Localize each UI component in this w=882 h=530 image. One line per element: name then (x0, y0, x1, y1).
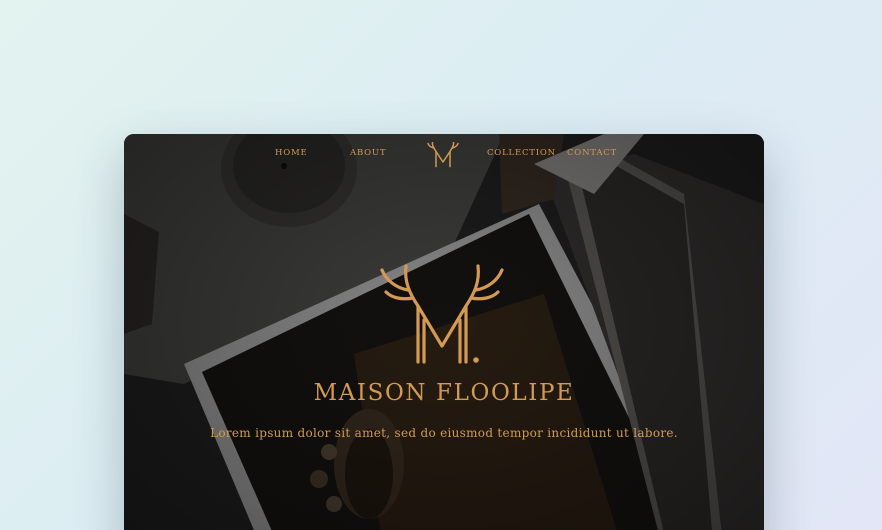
antler-m-monogram-icon[interactable] (426, 142, 460, 168)
hero-tagline: Lorem ipsum dolor sit amet, sed do eiusm… (210, 426, 678, 440)
brand-name: MAISON FLOOLIPE (313, 380, 575, 406)
nav-link-home[interactable]: HOME (275, 148, 308, 158)
nav-link-contact[interactable]: CONTACT (567, 148, 617, 158)
nav-link-about[interactable]: ABOUT (350, 148, 386, 158)
website-window: HOME ABOUT COLLECTION CONTACT MAISON FLO… (124, 134, 764, 530)
antler-m-monogram-icon (380, 264, 504, 364)
nav-link-collection[interactable]: COLLECTION (487, 148, 556, 158)
top-navigation: HOME ABOUT COLLECTION CONTACT (124, 142, 764, 172)
